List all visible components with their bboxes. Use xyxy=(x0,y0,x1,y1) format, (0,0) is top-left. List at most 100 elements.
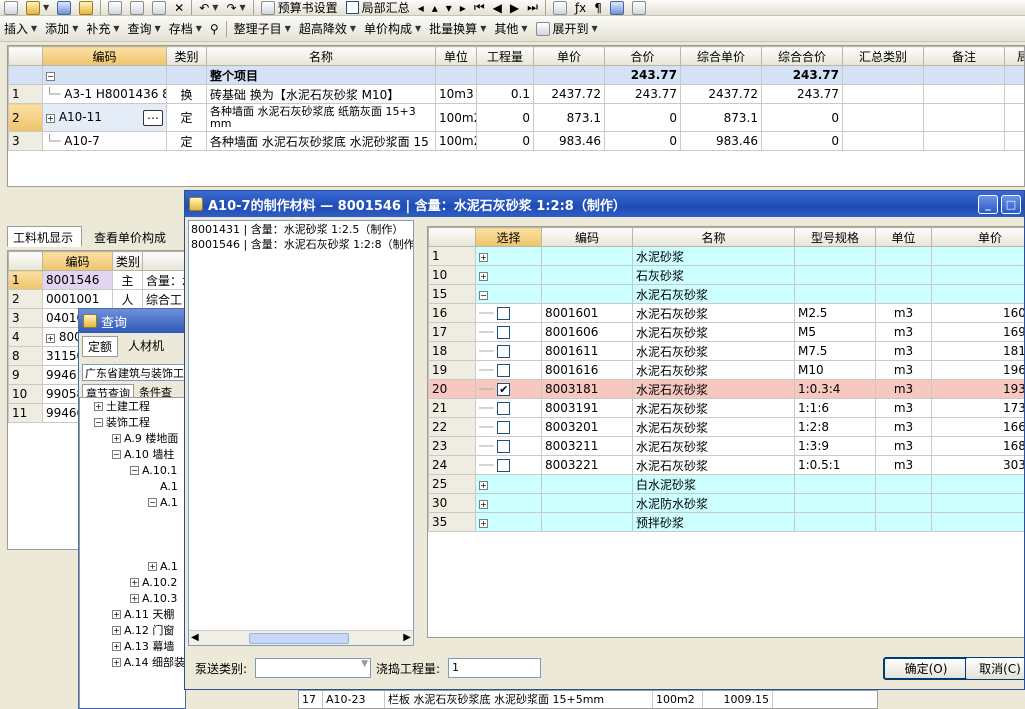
row-qty[interactable]: 0 xyxy=(476,103,534,132)
add-button[interactable]: 添加 ▼ xyxy=(41,20,82,37)
tree-node[interactable]: + A.9 楼地面 xyxy=(80,430,185,446)
expand-button[interactable]: 展开到 ▼ xyxy=(532,20,602,37)
expand-icon[interactable]: + xyxy=(46,334,55,343)
tree-node[interactable] xyxy=(80,526,185,542)
scroll-right-icon[interactable]: ▶ xyxy=(403,632,411,643)
query-titlebar[interactable]: 查询 xyxy=(79,309,185,333)
collapse-icon[interactable]: − xyxy=(479,291,488,300)
binoculars-icon[interactable]: ⚲ xyxy=(206,22,223,36)
save-as-icon[interactable] xyxy=(75,0,97,15)
list-item[interactable]: 8001546 | 含量：水泥石灰砂浆 1:2:8（制作） xyxy=(189,236,413,251)
row-select[interactable]: ── xyxy=(475,455,542,475)
tree-node[interactable]: + A.11 天棚 xyxy=(80,606,185,622)
move-first-icon[interactable]: ◂ xyxy=(414,1,428,15)
header-price[interactable]: 单价 xyxy=(931,227,1024,247)
header-remark[interactable]: 备注 xyxy=(923,46,1005,66)
header-summary-type[interactable]: 汇总类别 xyxy=(842,46,924,66)
header-price[interactable]: 单价 xyxy=(533,46,605,66)
expand-icon[interactable]: + xyxy=(94,401,103,411)
tree-node[interactable]: + A.12 门窗 xyxy=(80,622,185,638)
tree-node[interactable]: + A.1 xyxy=(80,558,185,574)
header-comp-price[interactable]: 综合单价 xyxy=(680,46,762,66)
lower-header-code[interactable]: 编码 xyxy=(42,251,113,271)
lower-header-type[interactable]: 类别 xyxy=(112,251,143,271)
project-row[interactable]: − 整个项目 243.77 243.77 xyxy=(8,65,1024,85)
table-row[interactable]: 25 + 白水泥砂浆 xyxy=(428,474,1024,494)
row-select[interactable]: ── xyxy=(475,417,542,437)
table-row[interactable]: 24── 8003221水泥石灰砂浆1:0.5:1m3303.35 xyxy=(428,455,1024,475)
other-button[interactable]: 其他 ▼ xyxy=(490,20,531,37)
scroll-thumb[interactable] xyxy=(249,633,349,644)
horizontal-scrollbar[interactable]: ◀ ▶ xyxy=(189,630,413,645)
collapse-icon[interactable]: − xyxy=(148,497,157,507)
library-select[interactable]: 广东省建筑与装饰工 xyxy=(82,364,185,381)
table-row[interactable]: 22── 8003201水泥石灰砂浆1:2:8m3166.68 xyxy=(428,417,1024,437)
expand-icon[interactable]: + xyxy=(112,641,121,651)
batch-convert-button[interactable]: 批量换算 ▼ xyxy=(425,20,490,37)
expand-icon[interactable]: + xyxy=(479,272,488,281)
tree-node[interactable]: − 装饰工程 xyxy=(80,414,185,430)
collapse-icon[interactable]: − xyxy=(94,417,103,427)
lower-header-name[interactable] xyxy=(142,251,184,271)
row-select[interactable]: + xyxy=(475,474,542,494)
maximize-button[interactable]: □ xyxy=(1001,195,1021,214)
super-rise-button[interactable]: 超高降效 ▼ xyxy=(295,20,360,37)
tree-node[interactable]: + 土建工程 xyxy=(80,398,185,414)
tab-labor-materials[interactable]: 工料机显示 xyxy=(7,226,82,247)
tree-node[interactable]: − A.1 xyxy=(80,494,185,510)
table-row[interactable]: 21── 8003191水泥石灰砂浆1:1:6m3173.42 xyxy=(428,398,1024,418)
nav-prev-icon[interactable]: ◀ xyxy=(489,1,506,15)
tree-node[interactable]: +A.14 细部装饰栏杆工程 xyxy=(80,654,185,670)
tab-unit-price[interactable]: 查看单价构成 xyxy=(88,226,185,247)
tree-node[interactable]: − A.10 墙柱 xyxy=(80,446,185,462)
table-row[interactable]: 2 + A10-11 ⋯ 定 各种墙面 水泥石灰砂浆底 纸筋灰面 15+3 mm … xyxy=(8,103,1024,132)
header-select[interactable]: 选择 xyxy=(475,227,542,247)
tree-node[interactable] xyxy=(80,542,185,558)
expand-icon[interactable]: + xyxy=(112,625,121,635)
row-select[interactable]: + xyxy=(475,246,542,266)
minimize-button[interactable]: _ xyxy=(978,195,998,214)
table-row[interactable]: 16── 8001601水泥石灰砂浆M2.5m3160.09 xyxy=(428,303,1024,323)
ok-button[interactable]: 确定(O) xyxy=(883,657,969,680)
unit-price-button[interactable]: 单价构成 ▼ xyxy=(360,20,425,37)
expand-icon[interactable]: + xyxy=(112,609,121,619)
table-row[interactable]: 1 └─ A3-1 H8001436 8 换 砖基础 换为【水泥石灰砂浆 M10… xyxy=(8,84,1024,104)
checkbox-icon[interactable] xyxy=(497,459,511,472)
header-total[interactable]: 合价 xyxy=(604,46,681,66)
tab-quota[interactable]: 定额 xyxy=(82,336,119,357)
tree-node[interactable]: A.1 xyxy=(80,478,185,494)
expand-icon[interactable]: + xyxy=(130,577,139,587)
row-select[interactable]: ── ✔ xyxy=(475,379,542,399)
row-select[interactable]: ── xyxy=(475,398,542,418)
nav-last-icon[interactable]: ⏭ xyxy=(523,0,542,15)
table-row[interactable]: 3 └─ A10-7 定 各种墙面 水泥石灰砂浆底 水泥砂浆面 15 100m2… xyxy=(8,131,1024,151)
row-select[interactable]: − xyxy=(475,284,542,304)
table-row[interactable]: 15− 水泥石灰砂浆 xyxy=(428,284,1024,304)
redo-icon[interactable]: ↷ ▼ xyxy=(222,1,249,15)
expand-icon[interactable]: + xyxy=(112,657,121,667)
checkbox-icon[interactable] xyxy=(497,440,511,453)
expand-icon[interactable]: + xyxy=(479,253,488,262)
header-spec[interactable]: 型号规格 xyxy=(794,227,876,247)
row-name[interactable]: 各种墙面 水泥石灰砂浆底 水泥砂浆面 15 xyxy=(206,131,436,151)
copy-icon[interactable] xyxy=(126,0,148,15)
header-local[interactable]: 局部 xyxy=(1004,46,1024,66)
row-code[interactable]: + A10-11 ⋯ xyxy=(42,103,167,132)
open-folder-icon[interactable]: ▼ xyxy=(22,0,53,15)
table-row[interactable]: 30 + 水泥防水砂浆 xyxy=(428,493,1024,513)
list-item[interactable]: 8001431 | 含量：水泥砂浆 1:2.5（制作） xyxy=(189,221,413,236)
budget-settings-button[interactable]: 预算书设置 xyxy=(257,0,342,15)
header-type[interactable]: 类别 xyxy=(166,46,207,66)
organize-button[interactable]: 整理子目 ▼ xyxy=(230,20,295,37)
move-last-icon[interactable]: ▸ xyxy=(456,1,470,15)
header-code[interactable]: 编码 xyxy=(42,46,167,66)
row-code[interactable]: 8001546 xyxy=(42,270,113,290)
checkbox-icon[interactable]: ✔ xyxy=(497,383,511,396)
more-button[interactable]: ⋯ xyxy=(143,109,163,126)
collapse-icon[interactable]: − xyxy=(46,72,55,81)
row-select[interactable]: ── xyxy=(475,341,542,361)
save-icon[interactable] xyxy=(53,0,75,15)
row-select[interactable]: ── xyxy=(475,360,542,380)
cut-icon[interactable] xyxy=(104,0,126,15)
dialog-titlebar[interactable]: A10-7的制作材料 — 8001546 | 含量：水泥石灰砂浆 1:2:8（制… xyxy=(185,191,1024,217)
